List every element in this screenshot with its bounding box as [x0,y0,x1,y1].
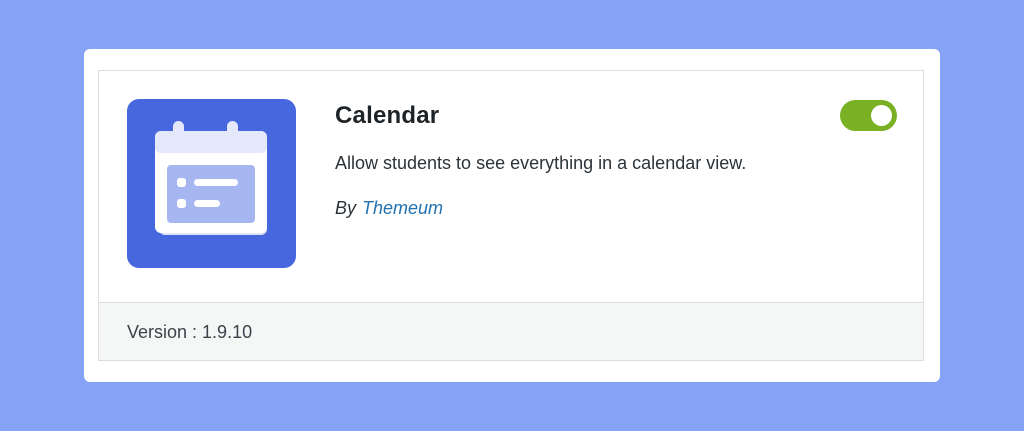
author-link[interactable]: Themeum [362,198,443,218]
addon-card: Calendar Allow students to see everythin… [98,70,924,361]
author-prefix: By [335,198,357,218]
version-label: Version : 1.9.10 [127,322,253,342]
addon-card-body: Calendar Allow students to see everythin… [99,71,923,303]
addon-author: By Themeum [335,198,443,219]
addon-title: Calendar [335,102,440,129]
calendar-icon [127,99,296,268]
page-background: { "addon": { "title": "Calendar", "descr… [0,0,1024,431]
toggle-knob [871,105,892,126]
outer-card: Calendar Allow students to see everythin… [84,49,940,382]
enable-toggle[interactable] [840,100,897,131]
addon-card-footer: Version : 1.9.10 [99,303,923,360]
addon-description: Allow students to see everything in a ca… [335,153,747,173]
